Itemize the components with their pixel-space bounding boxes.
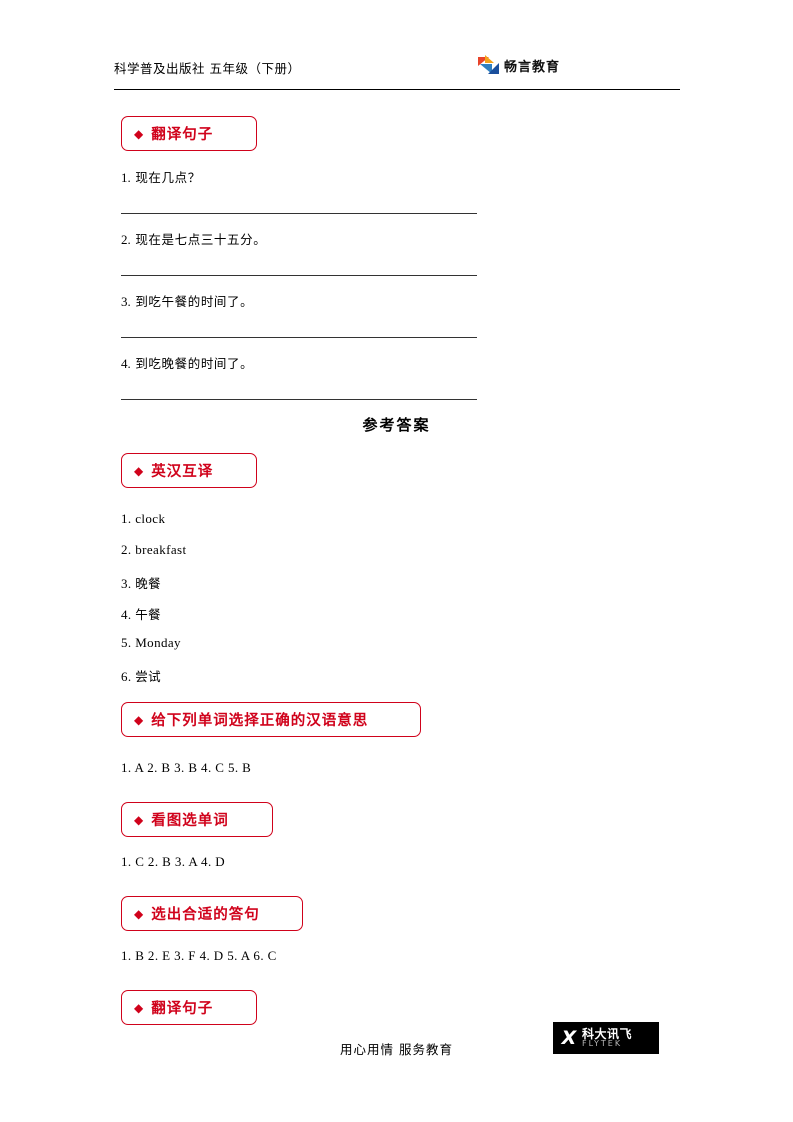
answer-list-item: 5. Monday (121, 635, 181, 651)
answer-blank-line (121, 275, 477, 276)
section-header-look-and-choose-word: ◆ 看图选单词 (121, 802, 273, 837)
answer-text: 午餐 (135, 607, 162, 622)
section-title-label: 给下列单词选择正确的汉语意思 (151, 713, 369, 729)
question-number: 1. (121, 170, 131, 185)
section-header-translate-sentences-top: ◆ 翻译句子 (121, 116, 257, 151)
section-title-label: 翻译句子 (151, 1001, 214, 1017)
answer-list-item: 3. 晚餐 (121, 573, 161, 592)
answer-row-choose-meaning: 1. A 2. B 3. B 4. C 5. B (121, 760, 252, 775)
answer-number: 4. (121, 607, 132, 622)
answer-number: 3. (121, 576, 132, 591)
diamond-icon: ◆ (134, 906, 144, 921)
question-item: 4. 到吃晚餐的时间了。 (121, 353, 253, 372)
question-number: 2. (121, 232, 131, 247)
question-text: 现在是七点三十五分。 (135, 232, 267, 247)
answer-blank-line (121, 399, 477, 400)
section-title-label: 翻译句子 (151, 127, 214, 143)
diamond-icon: ◆ (134, 812, 144, 827)
answer-row-picture-word: 1. C 2. B 3. A 4. D (121, 854, 226, 869)
section-header-choose-correct-meaning: ◆ 给下列单词选择正确的汉语意思 (121, 702, 421, 737)
question-item: 3. 到吃午餐的时间了。 (121, 291, 253, 310)
question-number: 3. (121, 294, 131, 309)
diamond-icon: ◆ (134, 126, 144, 141)
question-item: 1. 现在几点？ (121, 167, 201, 186)
answer-number: 2. (121, 542, 132, 557)
answer-list-item: 6. 尝试 (121, 666, 161, 685)
answer-text: Monday (135, 635, 181, 650)
answer-list-item: 1. clock (121, 511, 165, 527)
answer-row-proper-response: 1. B 2. E 3. F 4. D 5. A 6. C (121, 948, 277, 963)
document-page: 科学普及出版社 五年级（下册） 畅言教育 ◆ 翻译句子 1. 现在几点？ 2. … (0, 0, 793, 1122)
question-text: 到吃晚餐的时间了。 (135, 356, 254, 371)
answers-section-heading: 参考答案 (362, 416, 431, 434)
diamond-icon: ◆ (134, 712, 144, 727)
section-title-label: 选出合适的答句 (151, 907, 260, 923)
answer-number: 5. (121, 635, 132, 650)
answer-text: breakfast (135, 542, 187, 557)
diamond-icon: ◆ (134, 1000, 144, 1015)
question-item: 2. 现在是七点三十五分。 (121, 229, 266, 248)
question-text: 到吃午餐的时间了。 (135, 294, 254, 309)
section-title-label: 英汉互译 (151, 464, 214, 480)
answer-text: 尝试 (135, 669, 162, 684)
section-title-label: 看图选单词 (151, 813, 229, 829)
answer-number: 1. (121, 511, 132, 526)
section-header-choose-proper-response: ◆ 选出合适的答句 (121, 896, 303, 931)
page-header: 科学普及出版社 五年级（下册） 畅言教育 (114, 55, 680, 91)
header-publisher-text: 科学普及出版社 五年级（下册） (114, 61, 301, 76)
brand-logo-label: 畅言教育 (504, 59, 561, 75)
answer-number: 6. (121, 669, 132, 684)
header-divider (114, 89, 680, 90)
brand-logo: 畅言教育 (478, 55, 560, 75)
answer-list-item: 4. 午餐 (121, 604, 161, 623)
section-header-english-chinese-translation: ◆ 英汉互译 (121, 453, 257, 488)
answer-list-item: 2. breakfast (121, 542, 186, 558)
answer-text: 晚餐 (135, 576, 162, 591)
footer-slogan: 用心用情 服务教育 (340, 1042, 453, 1057)
question-number: 4. (121, 356, 131, 371)
section-header-translate-sentences-answers: ◆ 翻译句子 (121, 990, 257, 1025)
answer-text: clock (135, 511, 166, 526)
colored-triangles-logo-icon (478, 55, 500, 75)
answer-blank-line (121, 213, 477, 214)
question-text: 现在几点？ (135, 170, 201, 185)
answer-blank-line (121, 337, 477, 338)
diamond-icon: ◆ (134, 463, 144, 478)
